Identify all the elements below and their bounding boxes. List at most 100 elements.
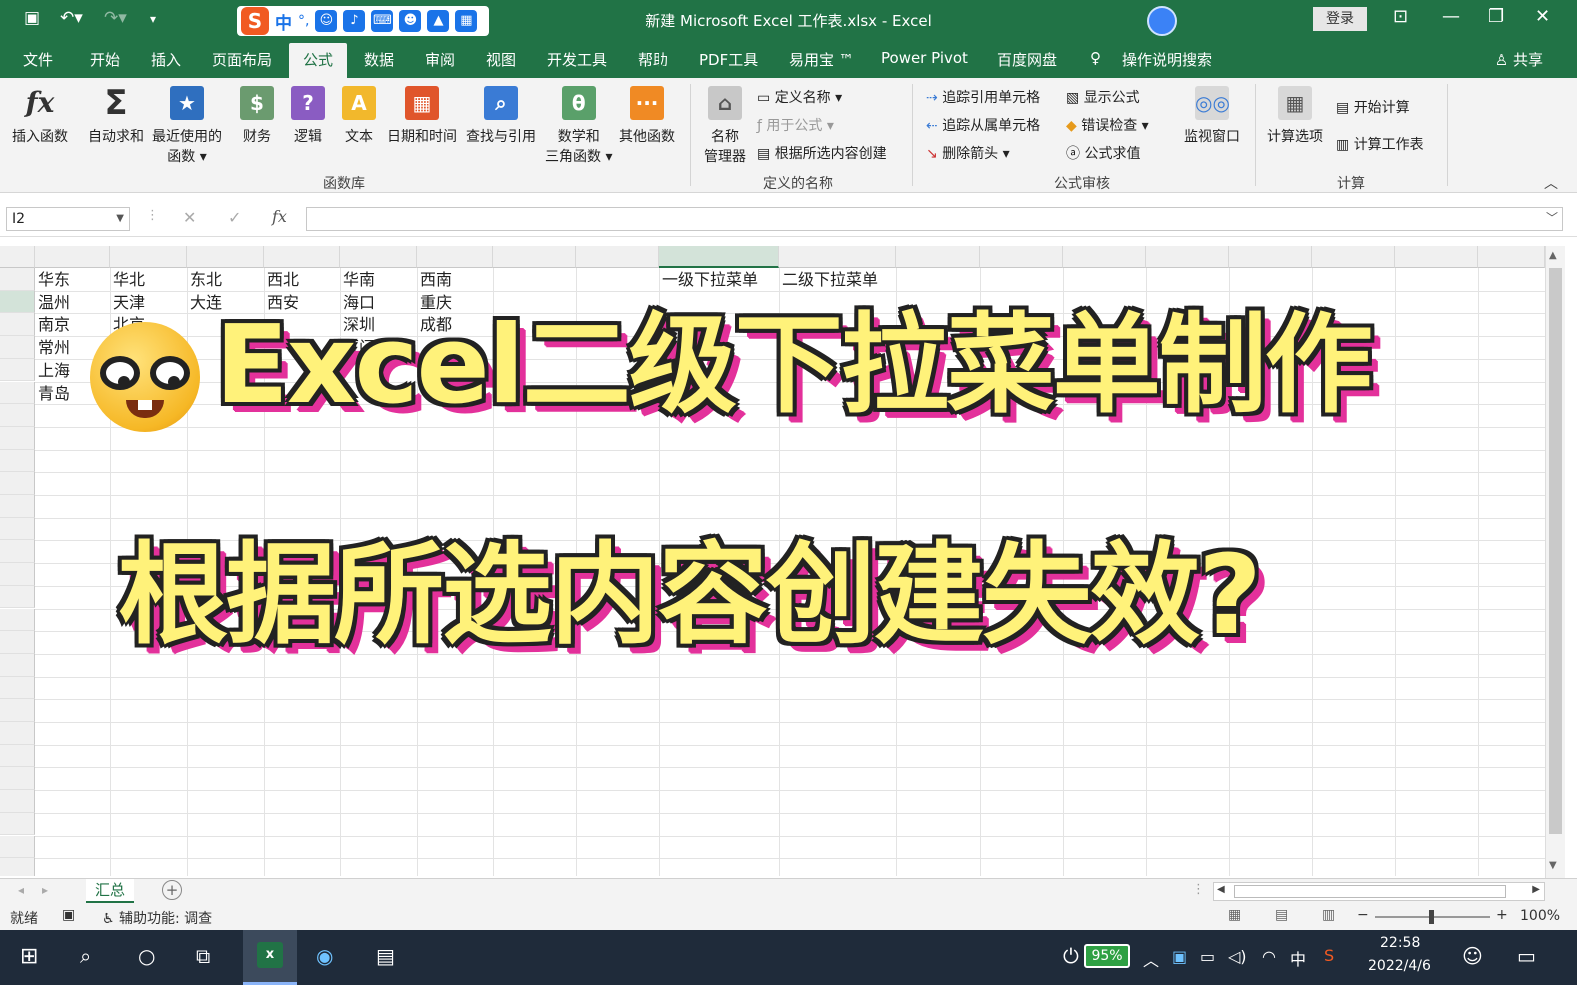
tab-view[interactable]: 视图 — [486, 49, 516, 70]
active-cell-i2[interactable] — [659, 45, 779, 68]
row-header-10[interactable] — [0, 472, 35, 495]
tray-expand-icon[interactable]: ︿ — [1143, 947, 1159, 971]
scroll-left-icon[interactable]: ◀ — [1217, 884, 1225, 895]
column-header-o[interactable] — [1229, 246, 1312, 268]
row-header-15[interactable] — [0, 585, 35, 609]
tab-data[interactable]: 数据 — [364, 49, 394, 70]
browser-icon[interactable]: ◉ — [316, 944, 333, 968]
row-header-11[interactable] — [0, 495, 35, 518]
column-header-k[interactable] — [896, 246, 980, 268]
scroll-up-icon[interactable]: ▲ — [1549, 250, 1557, 261]
scroll-down-icon[interactable]: ▼ — [1549, 860, 1557, 871]
scroll-right-icon[interactable]: ▶ — [1532, 884, 1540, 895]
column-header-e[interactable] — [340, 246, 417, 268]
tab-yiyongbao[interactable]: 易用宝 ™ — [789, 49, 854, 70]
column-header-j[interactable] — [779, 246, 896, 268]
column-header-m[interactable] — [1063, 246, 1146, 268]
vertical-scrollbar[interactable]: ▲ ▼ — [1545, 246, 1565, 878]
row-header-19[interactable] — [0, 676, 35, 700]
cell-a2[interactable]: 温州 — [35, 292, 110, 315]
error-checking-button[interactable]: ◆ 错误检查 ▾ — [1066, 115, 1149, 135]
trace-precedents-button[interactable]: ⇢ 追踪引用单元格 — [926, 87, 1040, 107]
trace-dependents-button[interactable]: ⇠ 追踪从属单元格 — [926, 115, 1040, 135]
select-all-corner[interactable] — [0, 246, 35, 268]
cancel-icon[interactable]: ✕ — [183, 208, 196, 227]
volume-icon[interactable]: ◁) — [1228, 947, 1247, 966]
battery-indicator[interactable]: 95% — [1084, 944, 1130, 968]
expand-formula-bar-icon[interactable]: ﹀ — [1546, 209, 1558, 226]
row-header-23[interactable] — [0, 767, 35, 791]
tell-me-search[interactable]: 操作说明搜索 — [1122, 49, 1212, 70]
column-header-f[interactable] — [417, 246, 493, 268]
minimize-icon[interactable]: — — [1442, 6, 1460, 27]
macro-record-icon[interactable]: ▣ — [62, 907, 75, 923]
zoom-slider[interactable] — [1375, 910, 1490, 924]
task-view-icon[interactable]: ⧉ — [196, 944, 210, 968]
row-header-4[interactable] — [0, 336, 35, 359]
sogou-tray-icon[interactable]: S — [1324, 946, 1334, 965]
remove-arrows-button[interactable]: ↘ 删除箭头 ▾ — [926, 143, 1010, 163]
row-header-14[interactable] — [0, 563, 35, 586]
lookup-button[interactable]: ⌕ 查找与引用 — [466, 86, 536, 146]
column-header-h[interactable] — [576, 246, 659, 268]
name-box[interactable]: I2 ▼ — [6, 207, 130, 231]
cortana-icon[interactable]: ○ — [138, 944, 155, 968]
column-header-l[interactable] — [980, 246, 1063, 268]
accessibility-status[interactable]: ♿ 辅助功能: 调查 — [102, 908, 212, 928]
insert-function-button[interactable]: fx 插入函数 — [12, 86, 68, 146]
row-header-27[interactable] — [0, 858, 35, 876]
cell-j1[interactable]: 二级下拉菜单 — [779, 269, 899, 292]
row-header-2[interactable] — [0, 290, 35, 314]
column-header-q[interactable] — [1395, 246, 1478, 268]
collapse-ribbon-icon[interactable]: ︿ — [1544, 173, 1558, 193]
clock-time[interactable]: 22:58 — [1380, 935, 1420, 951]
row-header-25[interactable] — [0, 812, 35, 836]
tray-app-icon[interactable]: ▣ — [1172, 947, 1187, 966]
tab-baidu-netdisk[interactable]: 百度网盘 — [997, 49, 1057, 70]
row-header-26[interactable] — [0, 835, 35, 859]
cell-e1[interactable]: 华南 — [340, 269, 417, 292]
restore-icon[interactable]: ❐ — [1488, 6, 1504, 27]
chat-icon[interactable]: ☺ — [1462, 944, 1483, 968]
more-functions-button[interactable]: ··· 其他函数 — [619, 86, 675, 146]
app-icon[interactable]: ▤ — [376, 944, 395, 968]
tab-insert[interactable]: 插入 — [151, 49, 181, 70]
define-name-button[interactable]: ▭ 定义名称 ▾ — [757, 87, 842, 107]
column-header-n[interactable] — [1146, 246, 1229, 268]
search-icon[interactable]: ⌕ — [80, 944, 91, 968]
fx-button[interactable]: fx — [272, 207, 287, 226]
tab-page-layout[interactable]: 页面布局 — [212, 49, 272, 70]
row-header-12[interactable] — [0, 517, 35, 541]
zoom-level[interactable]: 100% — [1520, 908, 1560, 924]
enter-icon[interactable]: ✓ — [228, 208, 241, 227]
tab-review[interactable]: 审阅 — [425, 49, 455, 70]
tab-power-pivot[interactable]: Power Pivot — [881, 49, 968, 67]
zoom-slider-thumb[interactable] — [1429, 910, 1434, 924]
row-header-5[interactable] — [0, 358, 35, 382]
windows-start-icon[interactable]: ⊞ — [20, 944, 38, 969]
datetime-button[interactable]: ▦ 日期和时间 — [387, 86, 457, 146]
taskbar-excel[interactable]: x — [243, 930, 297, 985]
column-header-d[interactable] — [264, 246, 340, 268]
row-header-21[interactable] — [0, 722, 35, 745]
row-header-17[interactable] — [0, 631, 35, 654]
ribbon-display-icon[interactable]: ⊡ — [1393, 6, 1408, 27]
row-header-18[interactable] — [0, 653, 35, 677]
evaluate-formula-button[interactable]: ⓐ 公式求值 — [1066, 143, 1140, 163]
close-icon[interactable]: ✕ — [1535, 6, 1550, 27]
page-break-view-icon[interactable]: ▥ — [1322, 907, 1335, 923]
cell-d1[interactable]: 西北 — [264, 269, 340, 292]
row-header-24[interactable] — [0, 790, 35, 813]
tray-battery-icon[interactable]: ▭ — [1200, 947, 1215, 966]
zoom-out-icon[interactable]: − — [1357, 907, 1369, 923]
formula-input[interactable] — [306, 207, 1563, 231]
cell-i1[interactable]: 一级下拉菜单 — [659, 269, 779, 292]
cell-a3[interactable]: 南京 — [35, 314, 110, 337]
avatar[interactable] — [1147, 6, 1177, 36]
login-button[interactable]: 登录 — [1313, 7, 1367, 31]
row-header-20[interactable] — [0, 699, 35, 722]
column-header-b[interactable] — [110, 246, 187, 268]
page-layout-view-icon[interactable]: ▤ — [1275, 907, 1288, 923]
text-button[interactable]: A 文本 — [342, 86, 376, 146]
cell-b1[interactable]: 华北 — [110, 269, 187, 292]
